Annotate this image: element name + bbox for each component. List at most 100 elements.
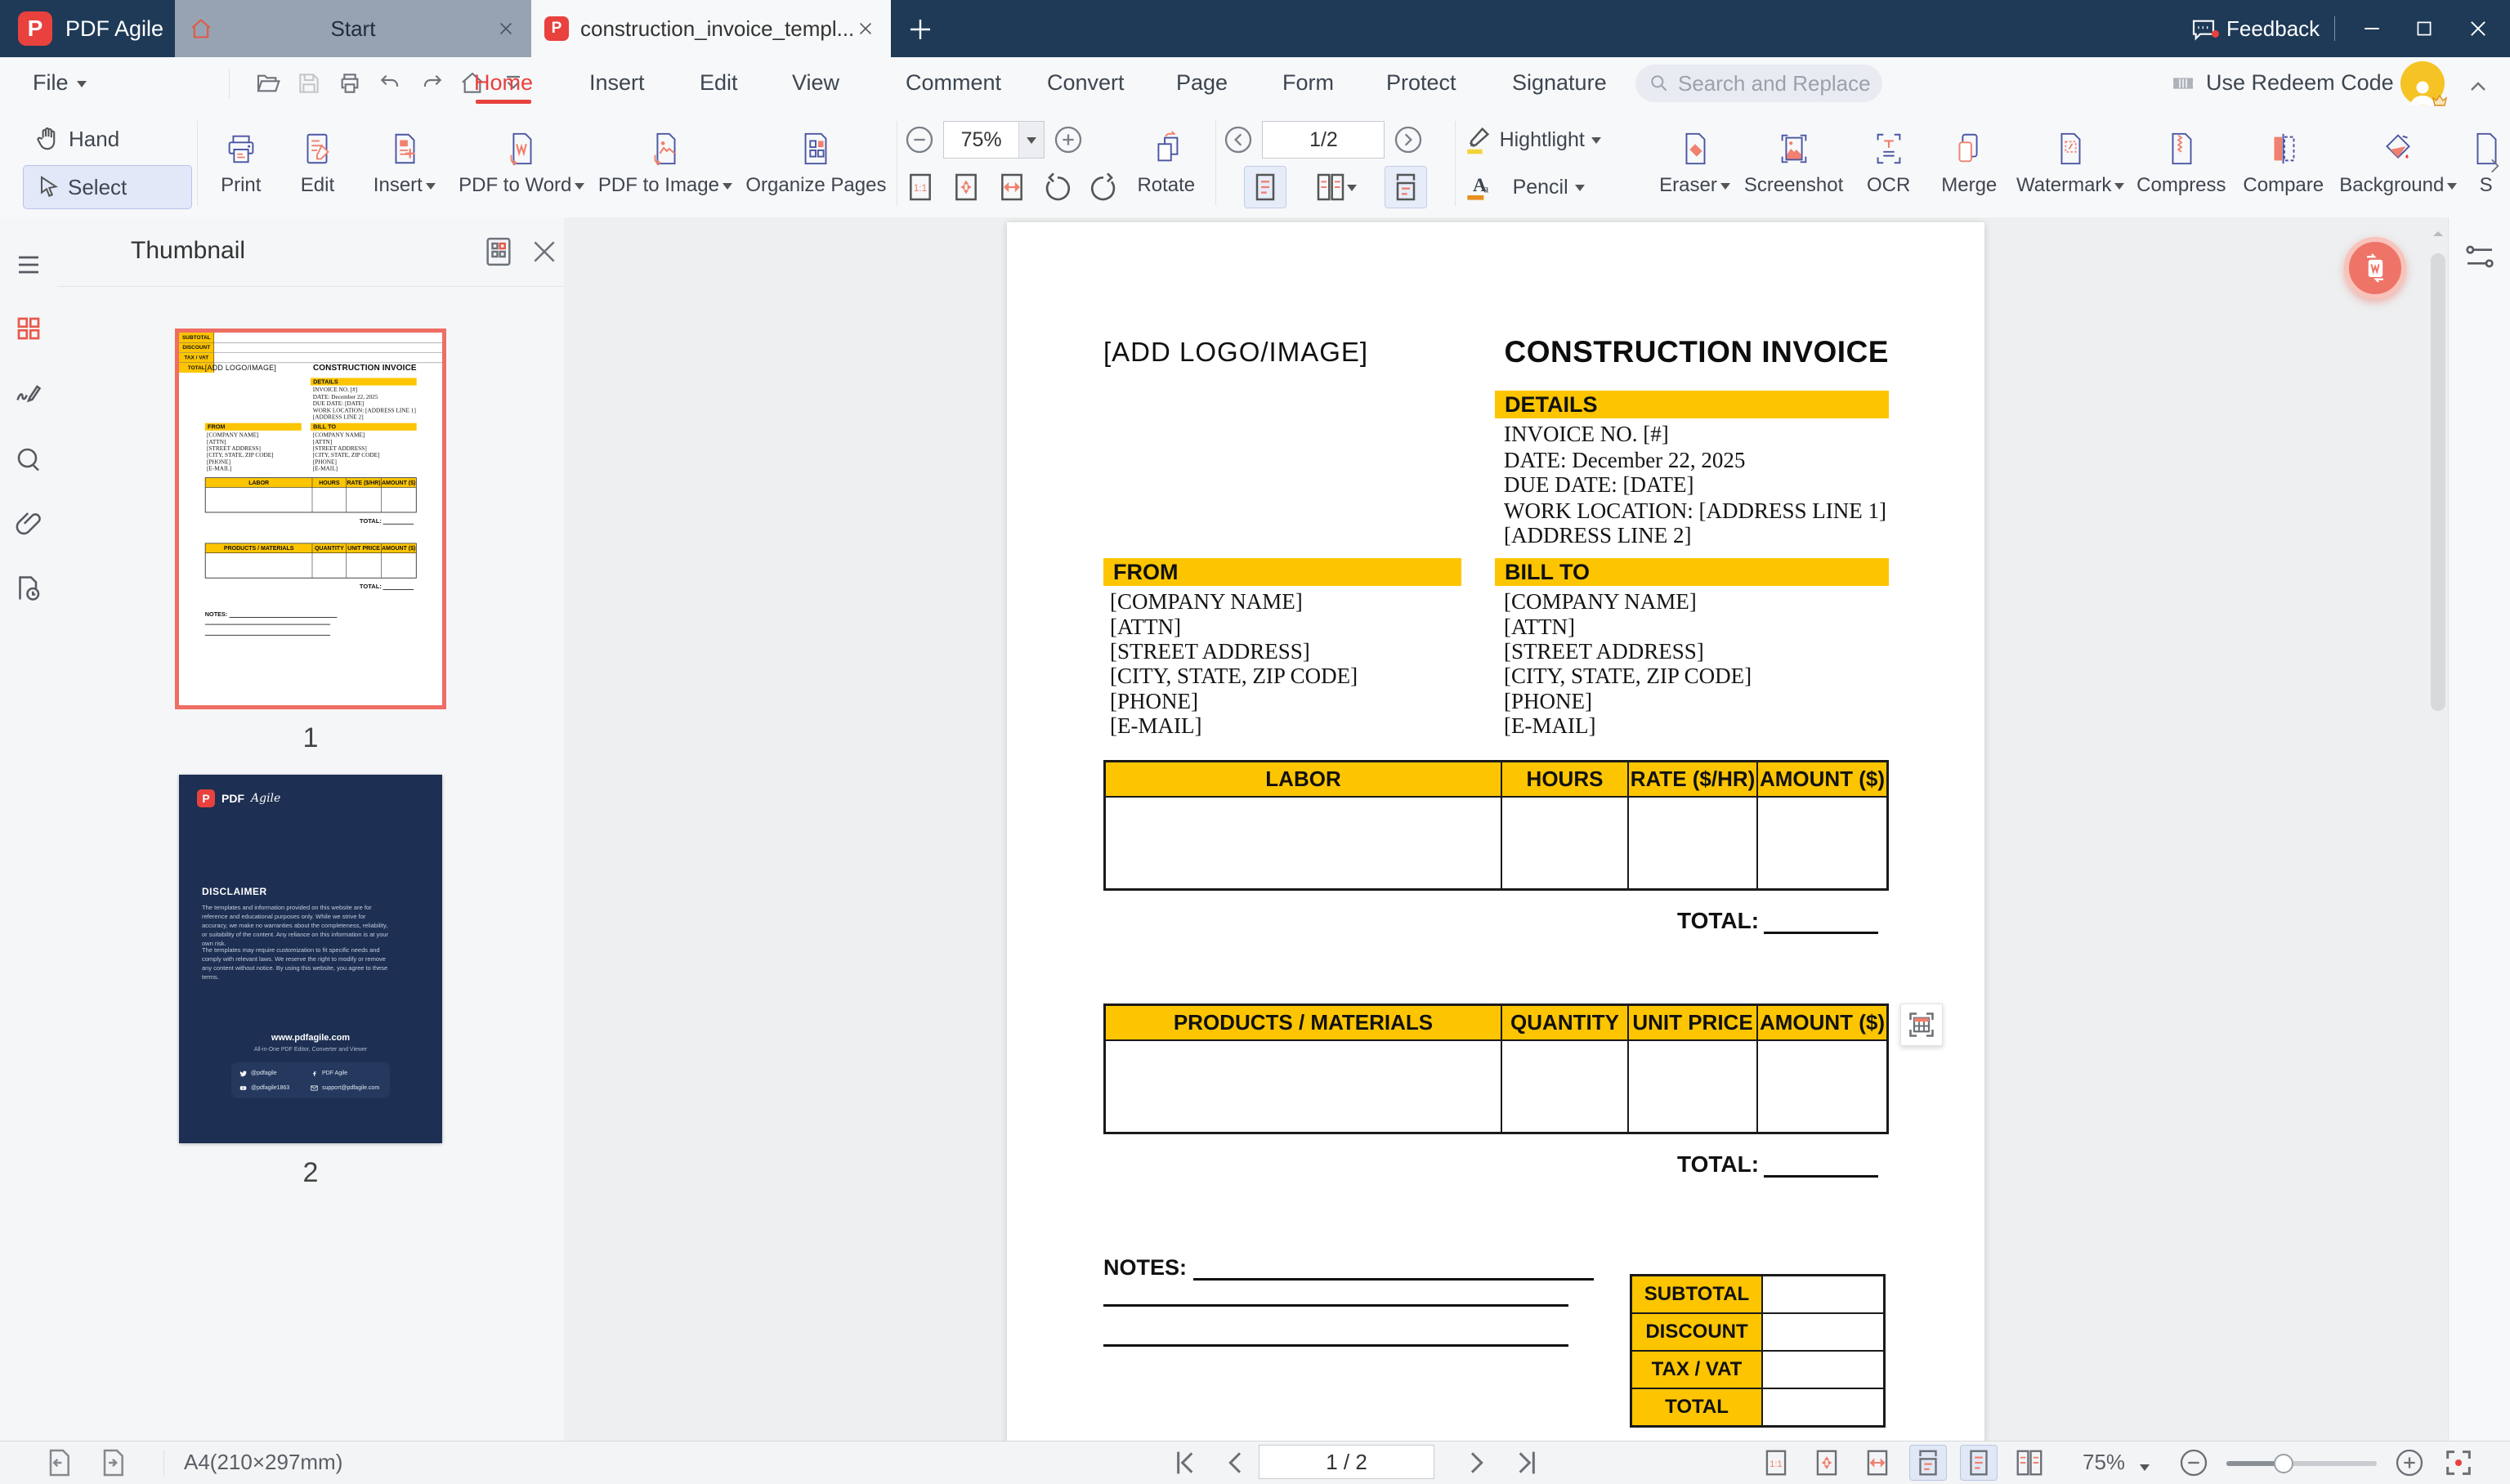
status-zoom-out-button[interactable] xyxy=(2177,1446,2210,1479)
scroll-up-icon[interactable] xyxy=(2430,226,2446,242)
toolbar-expand-icon[interactable] xyxy=(2484,155,2505,177)
search-input[interactable]: Search and Replace xyxy=(1635,65,1882,102)
select-tool-button[interactable]: Select xyxy=(23,165,192,209)
tab-start[interactable]: Start xyxy=(175,0,531,57)
fit-page-button[interactable] xyxy=(948,166,984,208)
watermark-button[interactable]: Watermark xyxy=(2011,114,2130,212)
status-zoom-in-button[interactable] xyxy=(2393,1446,2426,1479)
two-page-view-button[interactable] xyxy=(1303,166,1368,208)
undo-icon[interactable] xyxy=(378,70,404,96)
page-2-thumbnail[interactable]: P PDF Agile DISCLAIMER The templates and… xyxy=(179,775,442,1143)
signature-panel-icon[interactable] xyxy=(14,379,43,409)
status-actual-size-button[interactable]: 1:1 xyxy=(1757,1445,1795,1481)
print-button[interactable]: Print xyxy=(203,114,280,212)
history-icon[interactable] xyxy=(14,574,43,603)
window-close-button[interactable] xyxy=(2463,14,2493,43)
status-single-page-button[interactable] xyxy=(1960,1445,1998,1481)
status-page-input[interactable]: 1 / 2 xyxy=(1259,1445,1434,1479)
status-zoom-value[interactable]: 75% xyxy=(2083,1450,2125,1475)
document-canvas[interactable]: [ADD LOGO/IMAGE] CONSTRUCTION INVOICE DE… xyxy=(564,217,2448,1441)
table-extract-button[interactable] xyxy=(1900,1003,1943,1046)
page-1-thumbnail[interactable]: [ADD LOGO/IMAGE] CONSTRUCTION INVOICE DE… xyxy=(175,329,446,709)
tab-start-close-icon[interactable] xyxy=(494,16,518,41)
document-page[interactable]: [ADD LOGO/IMAGE] CONSTRUCTION INVOICE DE… xyxy=(1007,222,1984,1441)
last-page-icon[interactable] xyxy=(1510,1446,1543,1479)
status-two-page-button[interactable] xyxy=(2011,1445,2048,1481)
tab-document[interactable]: P construction_invoice_templ... xyxy=(531,0,891,57)
search-panel-icon[interactable] xyxy=(14,445,43,474)
zoom-dropdown[interactable] xyxy=(1018,122,1045,158)
previous-page-button[interactable] xyxy=(1221,123,1255,157)
status-continuous-button[interactable] xyxy=(1909,1445,1947,1481)
compress-button[interactable]: Compress xyxy=(2130,114,2232,212)
fit-width-button[interactable] xyxy=(994,166,1030,208)
vertical-scrollbar[interactable] xyxy=(2430,217,2446,1441)
eraser-button[interactable]: Eraser xyxy=(1652,114,1738,212)
collapse-toolbar-icon[interactable] xyxy=(2465,74,2491,100)
insert-button[interactable]: Insert xyxy=(356,114,453,212)
pdf-to-image-button[interactable]: PDF to Image xyxy=(590,114,740,212)
menu-edit[interactable]: Edit xyxy=(700,57,738,109)
first-page-icon[interactable] xyxy=(1169,1446,1201,1479)
next-view-icon[interactable] xyxy=(96,1446,129,1479)
zoom-slider[interactable] xyxy=(2226,1454,2377,1473)
rotate-button[interactable]: Rotate xyxy=(1121,114,1210,212)
ocr-button[interactable]: OCR xyxy=(1850,114,1928,212)
feedback-button[interactable]: Feedback xyxy=(2190,0,2320,57)
thumbnails-icon[interactable] xyxy=(14,314,43,343)
next-page-icon[interactable] xyxy=(1460,1446,1492,1479)
redeem-code-button[interactable]: Use Redeem Code xyxy=(2170,57,2394,109)
highlight-button[interactable]: Hightlight xyxy=(1461,118,1652,161)
hand-tool-button[interactable]: Hand xyxy=(23,118,192,160)
pencil-button[interactable]: Pencil xyxy=(1513,176,1585,199)
rotate-right-button[interactable] xyxy=(1085,166,1121,208)
pdf-to-word-button[interactable]: PDF to Word xyxy=(453,114,590,212)
zoom-level-input[interactable]: 75% xyxy=(943,121,1045,159)
page-number-input[interactable]: 1/2 xyxy=(1262,121,1385,159)
font-color-button[interactable]: Aa xyxy=(1461,171,1493,203)
menu-comment[interactable]: Comment xyxy=(906,57,1001,109)
window-minimize-button[interactable] xyxy=(2357,14,2387,43)
menu-file[interactable]: File xyxy=(33,57,87,109)
edit-button[interactable]: Edit xyxy=(280,114,356,212)
merge-button[interactable]: Merge xyxy=(1928,114,2011,212)
zoom-out-button[interactable] xyxy=(902,123,937,157)
menu-view[interactable]: View xyxy=(792,57,839,109)
menu-page[interactable]: Page xyxy=(1176,57,1228,109)
redo-icon[interactable] xyxy=(418,70,445,96)
menu-insert[interactable]: Insert xyxy=(589,57,645,109)
menu-protect[interactable]: Protect xyxy=(1386,57,1456,109)
rotate-left-button[interactable] xyxy=(1040,166,1076,208)
menu-icon[interactable] xyxy=(14,250,43,279)
next-page-button[interactable] xyxy=(1391,123,1425,157)
status-fit-width-button[interactable] xyxy=(1859,1445,1896,1481)
continuous-scroll-button[interactable] xyxy=(1385,166,1428,208)
compare-button[interactable]: Compare xyxy=(2232,114,2334,212)
background-button[interactable]: Background xyxy=(2334,114,2462,212)
new-tab-button[interactable] xyxy=(906,15,935,44)
menu-convert[interactable]: Convert xyxy=(1047,57,1125,109)
actual-size-button[interactable]: 1:1 xyxy=(902,166,938,208)
previous-page-icon[interactable] xyxy=(1219,1446,1252,1479)
zoom-slider-thumb[interactable] xyxy=(2274,1454,2293,1473)
zoom-in-button[interactable] xyxy=(1051,123,1085,157)
window-maximize-button[interactable] xyxy=(2409,14,2439,43)
zoom-dropdown-icon[interactable] xyxy=(2140,1464,2150,1476)
prev-view-icon[interactable] xyxy=(43,1446,75,1479)
tab-document-close-icon[interactable] xyxy=(853,16,878,41)
fullscreen-icon[interactable] xyxy=(2442,1446,2475,1479)
attachment-icon[interactable] xyxy=(14,508,43,538)
screenshot-button[interactable]: Screenshot xyxy=(1738,114,1850,212)
panel-close-icon[interactable] xyxy=(528,235,561,268)
save-icon[interactable] xyxy=(296,70,322,96)
properties-icon[interactable] xyxy=(2463,240,2496,273)
avatar[interactable] xyxy=(2400,61,2448,106)
organize-pages-button[interactable]: Organize Pages xyxy=(740,114,892,212)
menu-home[interactable]: Home xyxy=(474,57,533,109)
page-grid-icon[interactable] xyxy=(482,235,515,268)
status-fit-page-button[interactable] xyxy=(1808,1445,1846,1481)
print-icon[interactable] xyxy=(337,70,363,96)
menu-signature[interactable]: Signature xyxy=(1512,57,1607,109)
convert-to-word-floating-button[interactable] xyxy=(2344,237,2406,299)
single-page-view-button[interactable] xyxy=(1244,166,1287,208)
